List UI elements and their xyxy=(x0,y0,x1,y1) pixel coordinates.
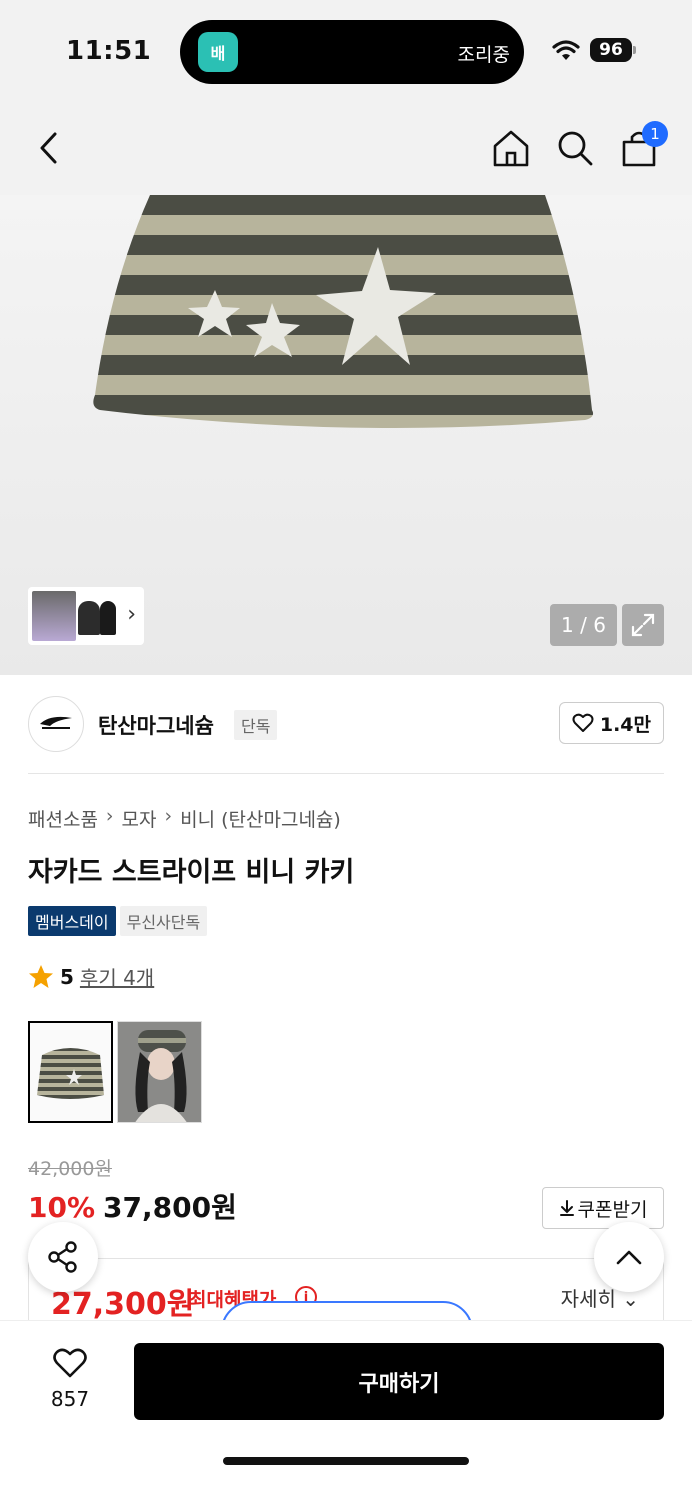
heart-icon xyxy=(572,713,594,732)
sale-price: 37,800원 xyxy=(103,1191,237,1224)
brand-logo[interactable] xyxy=(28,696,84,752)
breadcrumb-item[interactable]: 비니 (탄산마그네슘) xyxy=(180,805,341,832)
brand-name[interactable]: 탄산마그네슘 xyxy=(98,710,214,740)
exclusive-tag: 단독 xyxy=(234,710,278,740)
color-option-model[interactable] xyxy=(117,1021,202,1123)
brand-logo-mark xyxy=(40,716,72,729)
wishlist-button[interactable]: 857 xyxy=(42,1347,98,1411)
home-icon xyxy=(493,130,529,167)
brand-row: 탄산마그네슘 단독 1.4만 xyxy=(28,694,664,754)
expand-icon xyxy=(631,613,655,637)
breadcrumb-item[interactable]: 모자 xyxy=(122,805,157,832)
cart-count-badge: 1 xyxy=(642,121,668,147)
original-price: 42,000원 xyxy=(28,1158,112,1180)
option-model-thumbnail xyxy=(118,1022,201,1122)
review-count-link[interactable]: 후기 4개 xyxy=(80,962,154,991)
thumbnail-model-photo xyxy=(32,591,76,641)
breadcrumb-separator: › xyxy=(105,805,114,827)
battery-tip xyxy=(633,46,636,54)
product-image-gallery[interactable]: › 1 / 6 xyxy=(0,195,692,675)
thumbnail-hat xyxy=(78,601,100,635)
image-counter: 1 / 6 xyxy=(550,604,617,646)
coupon-label: 쿠폰받기 xyxy=(577,1198,648,1221)
search-icon xyxy=(558,131,593,166)
gallery-thumbnail-strip[interactable]: › xyxy=(28,587,144,645)
brand-like-count: 1.4만 xyxy=(599,713,651,736)
search-button[interactable] xyxy=(552,125,598,171)
battery-icon: 96 xyxy=(590,38,632,62)
wishlist-count: 857 xyxy=(50,1387,90,1411)
expand-image-button[interactable] xyxy=(622,604,664,646)
live-activity-status: 조리중 xyxy=(457,44,510,66)
chevron-up-icon xyxy=(616,1250,642,1265)
coupon-download-button[interactable]: 쿠폰받기 xyxy=(542,1187,664,1229)
buy-button[interactable]: 구매하기 xyxy=(134,1343,664,1420)
star-icon xyxy=(29,965,53,988)
cart-button[interactable]: 1 xyxy=(616,121,668,171)
detail-label: 자세히 xyxy=(560,1287,616,1311)
heart-icon xyxy=(53,1348,87,1378)
bottom-purchase-bar: 857 구매하기 xyxy=(0,1320,692,1500)
membersday-badge: 멤버스데이 xyxy=(28,906,116,936)
back-button[interactable] xyxy=(26,125,72,171)
option-beanie-thumbnail xyxy=(30,1023,111,1121)
share-button[interactable] xyxy=(28,1222,98,1292)
wifi-icon xyxy=(552,40,580,60)
color-option-beanie[interactable] xyxy=(28,1021,113,1123)
home-button[interactable] xyxy=(488,125,534,171)
download-icon xyxy=(559,1200,574,1216)
scroll-top-button[interactable] xyxy=(594,1222,664,1292)
color-options xyxy=(28,1021,202,1123)
brand-like-button[interactable]: 1.4만 xyxy=(558,702,664,744)
price-row: 10% 37,800원 xyxy=(28,1186,237,1226)
chevron-right-icon: › xyxy=(127,602,136,627)
product-badges: 멤버스데이 무신사단독 xyxy=(28,906,208,936)
thumbnail-hat xyxy=(100,601,116,635)
share-icon xyxy=(48,1241,77,1273)
rating-score: 5 xyxy=(60,964,74,989)
divider xyxy=(28,773,664,774)
chevron-left-icon xyxy=(40,132,57,164)
breadcrumb-separator: › xyxy=(164,805,173,827)
breadcrumb-item[interactable]: 패션소품 xyxy=(28,805,98,832)
rating-row: 5 후기 4개 xyxy=(28,962,154,991)
home-indicator xyxy=(223,1457,469,1465)
dynamic-island[interactable]: 배 조리중 xyxy=(180,20,524,84)
product-title: 자카드 스트라이프 비니 카키 xyxy=(28,857,355,888)
status-bar: 11:51 배 조리중 96 xyxy=(0,0,692,100)
delivery-app-icon: 배 xyxy=(198,32,238,72)
breadcrumb: 패션소품 › 모자 › 비니 (탄산마그네슘) xyxy=(28,805,341,832)
exclusive-badge: 무신사단독 xyxy=(119,906,208,936)
discount-rate: 10% xyxy=(28,1191,96,1224)
status-time: 11:51 xyxy=(66,36,152,66)
top-nav: 1 xyxy=(0,100,692,195)
